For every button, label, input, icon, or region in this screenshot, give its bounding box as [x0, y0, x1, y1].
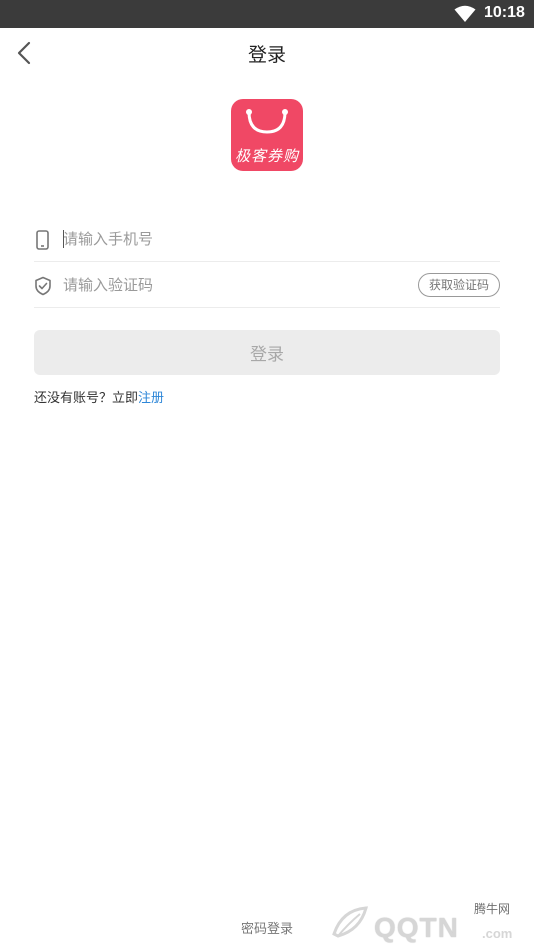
phone-icon	[36, 230, 49, 250]
register-prompt: 还没有账号？立即注册	[34, 387, 164, 406]
page-title: 登录	[247, 44, 286, 66]
shield-check-icon	[35, 276, 51, 296]
app-logo: 极客券购	[231, 99, 303, 171]
watermark: 腾牛网 QQTN .com	[330, 898, 530, 946]
phone-row	[34, 216, 500, 262]
nav-bar: 登录	[0, 28, 534, 76]
watermark-small: 腾牛网	[474, 902, 511, 916]
code-row: 获取验证码	[34, 262, 500, 308]
wifi-icon	[454, 5, 476, 22]
watermark-suffix: .com	[482, 926, 513, 941]
logo-text: 极客券购	[234, 147, 299, 165]
get-code-button[interactable]: 获取验证码	[417, 273, 500, 297]
leaf-logo-icon	[332, 906, 369, 938]
password-login-link[interactable]: 密码登录	[241, 918, 293, 937]
status-time: 10:18	[484, 4, 525, 21]
register-link[interactable]: 注册	[138, 391, 164, 406]
phone-input[interactable]	[63, 224, 393, 254]
login-button[interactable]: 登录	[34, 330, 500, 375]
watermark-main: QQTN	[374, 912, 459, 943]
status-bar: 10:18	[0, 0, 534, 28]
register-prompt-text: 还没有账号？立即	[34, 391, 139, 406]
text-caret	[63, 230, 64, 248]
code-input[interactable]	[63, 270, 393, 300]
